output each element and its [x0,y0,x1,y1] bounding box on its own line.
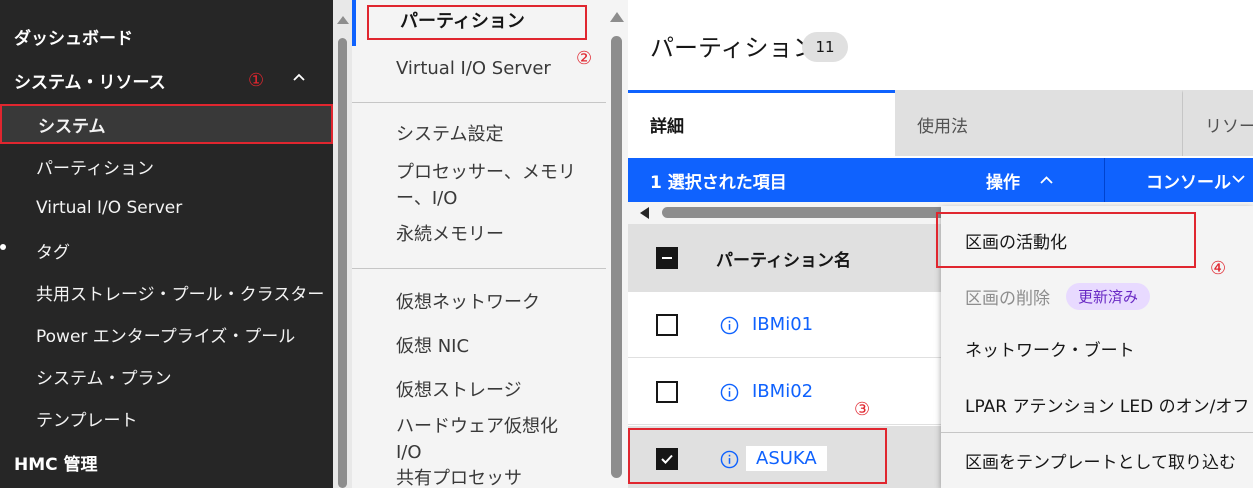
scrollbar-thumb[interactable] [338,38,347,488]
sidebar-item-tags-label: タグ [36,242,70,263]
menu-item-virtual-storage[interactable]: 仮想ストレージ [396,378,522,404]
tab-resources[interactable]: リソース [1182,90,1253,156]
divider [1104,158,1105,202]
operations-button[interactable]: 操作 [986,168,1020,193]
menu-divider [352,102,606,103]
sidebar-item-enterprise-pool-label: Power エンタープライズ・プール [36,326,296,347]
tab-details[interactable]: 詳細 [628,90,895,156]
sidebar-item-shared-storage-label: 共用ストレージ・プール・クラスター [36,284,325,305]
menu-item-processor-memory-cont[interactable]: ー、I/O [396,186,457,212]
menu-item-capture-template[interactable]: 区画をテンプレートとして取り込む [941,432,1253,488]
scroll-up-arrow-icon[interactable] [337,16,349,24]
annotation-box-3 [628,428,887,484]
menu-item-persistent-memory[interactable]: 永続メモリー [396,222,504,248]
nav-dashboard-label: ダッシュボード [14,28,133,49]
info-icon[interactable] [720,383,739,402]
annotation-2: ② [576,48,593,69]
menu-item-hw-virtual-io-cont[interactable]: I/O [396,440,422,466]
select-all-checkbox[interactable] [656,247,678,269]
scrollbar-thumb[interactable] [662,207,962,218]
nav-system-resources-label: システム・リソース [14,72,166,93]
console-button[interactable]: コンソール [1146,168,1231,193]
menu-item-lpar-led[interactable]: LPAR アテンション LED のオン/オフ [941,376,1253,432]
menu-item-network-boot-label: ネットワーク・ブート [965,340,1135,361]
menu-scrollbar[interactable] [606,0,628,488]
menu-item-delete-partition: 区画の削除 更新済み [941,268,1253,324]
menu-item-processor-memory[interactable]: プロセッサー、メモリ [396,160,576,186]
row-checkbox[interactable] [656,314,678,336]
sidebar-item-templates-label: テンプレート [36,410,138,431]
sidebar-item-tags[interactable]: タグ [0,230,333,270]
nav-hmc-management-label: HMC 管理 [14,454,98,475]
menu-item-partitions[interactable]: パーティション [400,9,525,35]
column-header-partition-name[interactable]: パーティション名 [716,246,851,271]
menu-item-lpar-led-label: LPAR アテンション LED のオン/オフ [965,396,1250,417]
sidebar-item-system-plan[interactable]: システム・プラン [0,356,333,396]
annotation-1: ① [248,70,265,91]
scroll-up-arrow-icon[interactable] [610,12,624,22]
left-navigation: ダッシュボード システム・リソース ① システム パーティション Virtual… [0,0,338,488]
sidebar-item-vios[interactable]: Virtual I/O Server [0,188,333,228]
menu-item-delete-partition-label: 区画の削除 [965,288,1050,309]
info-icon[interactable] [720,316,739,335]
nav-hmc-management[interactable]: HMC 管理 [0,442,333,482]
sidebar-item-system[interactable]: システム [0,104,333,144]
active-indicator [352,0,356,46]
partition-name-link[interactable]: IBMi02 [752,381,813,402]
chevron-down-icon[interactable] [1232,172,1245,185]
sidebar-item-enterprise-pool[interactable]: Power エンタープライズ・プール [0,314,333,354]
menu-item-hw-virtual-io[interactable]: ハードウェア仮想化 [396,414,558,440]
menu-item-vios[interactable]: Virtual I/O Server [396,56,551,82]
annotation-box-4 [936,212,1196,268]
menu-divider [352,268,606,269]
annotation-4: ④ [1210,258,1227,279]
tab-resources-label: リソース [1205,117,1253,137]
sidebar-item-partitions[interactable]: パーティション [0,146,333,186]
tab-usage[interactable]: 使用法 [895,90,1182,156]
row-checkbox[interactable] [656,381,678,403]
batch-action-bar: 1 選択された項目 操作 コンソール [628,158,1253,202]
menu-item-system-settings[interactable]: システム設定 [396,122,503,148]
sidebar-item-system-label: システム [38,116,106,137]
menu-item-virtual-network[interactable]: 仮想ネットワーク [396,290,540,316]
count-badge: 11 [802,32,848,62]
scrollbar-thumb[interactable] [611,36,622,478]
tab-usage-label: 使用法 [917,117,968,137]
secondary-menu: パーティション ② Virtual I/O Server システム設定 プロセッ… [352,0,606,488]
selected-count-text: 1 選択された項目 [650,173,787,193]
indeterminate-icon [662,257,672,259]
partition-name-link[interactable]: IBMi01 [752,314,813,335]
menu-item-capture-template-label: 区画をテンプレートとして取り込む [965,452,1236,473]
sidebar-item-system-plan-label: システム・プラン [36,368,172,389]
menu-item-virtual-nic[interactable]: 仮想 NIC [396,334,469,360]
sidebar-item-templates[interactable]: テンプレート [0,398,333,438]
menu-item-shared-processor[interactable]: 共有プロセッサ [396,466,522,488]
sidebar-item-vios-label: Virtual I/O Server [36,198,183,218]
annotation-3: ③ [854,399,871,420]
menu-item-network-boot[interactable]: ネットワーク・ブート [941,320,1253,376]
updated-tag: 更新済み [1066,282,1151,310]
nav-dashboard[interactable]: ダッシュボード [0,16,333,56]
sidebar-item-partitions-label: パーティション [36,158,154,179]
page-title: パーティション [650,34,817,62]
scroll-left-arrow-icon[interactable] [640,207,649,219]
sidebar-item-shared-storage[interactable]: 共用ストレージ・プール・クラスター [0,272,333,312]
nav-system-resources[interactable]: システム・リソース [0,60,333,100]
chevron-up-icon[interactable] [292,70,306,84]
tab-details-label: 詳細 [650,117,684,137]
sidebar-scrollbar[interactable] [333,0,352,488]
chevron-up-icon[interactable] [1040,174,1053,187]
